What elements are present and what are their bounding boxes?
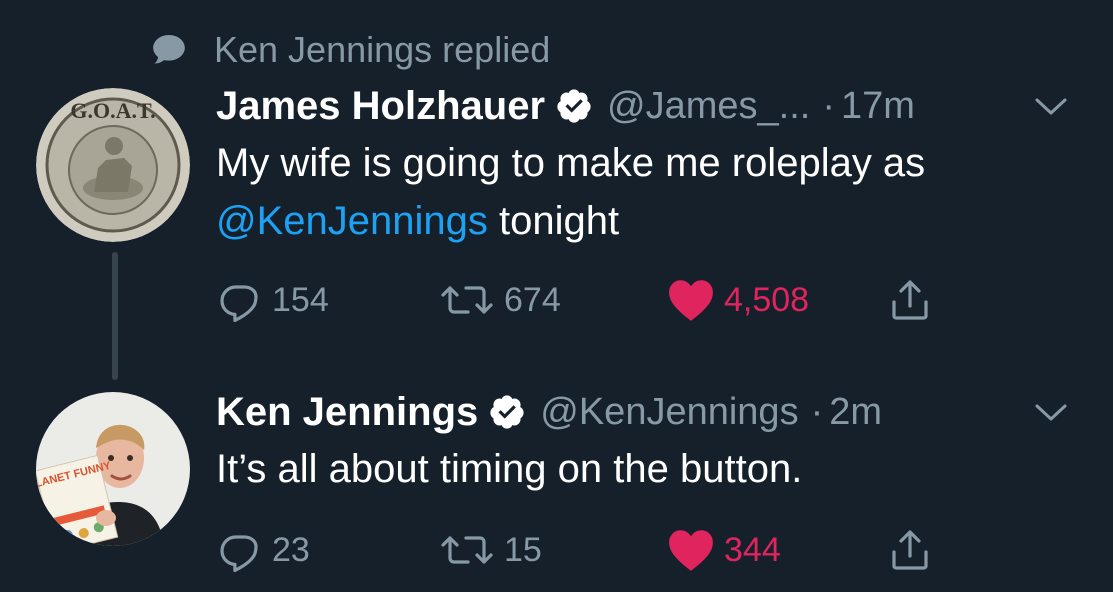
like-button[interactable]: 344 <box>666 524 781 576</box>
tweet-1-actions: 154 674 4,508 <box>216 274 976 326</box>
retweet-button[interactable]: 15 <box>438 524 542 576</box>
chevron-down-icon[interactable] <box>1034 96 1068 118</box>
share-button[interactable] <box>886 274 934 326</box>
tweet-text: My wife is going to make me roleplay as … <box>216 134 1086 250</box>
mention-link[interactable]: @KenJennings <box>216 199 488 243</box>
ken-jennings-photo: PLANET FUNNY <box>36 392 190 546</box>
display-name[interactable]: Ken Jennings <box>216 390 478 435</box>
separator-dot: · <box>822 84 835 127</box>
chevron-down-icon[interactable] <box>1034 402 1068 424</box>
reply-count: 23 <box>272 530 310 569</box>
retweet-count: 15 <box>504 530 542 569</box>
verified-badge-icon <box>557 89 591 123</box>
reply-icon <box>220 285 258 323</box>
reply-button[interactable]: 23 <box>216 524 310 576</box>
display-name[interactable]: James Holzhauer <box>216 84 545 129</box>
thread-connector <box>112 252 118 380</box>
tweet-text-line: My wife is going to make me roleplay as <box>216 141 926 185</box>
tweet-thread: Ken Jennings replied G.O.A.T. James Holz… <box>0 0 1113 592</box>
heart-filled-icon <box>669 280 713 321</box>
separator-dot: · <box>810 390 824 433</box>
avatar-ken-jennings[interactable]: PLANET FUNNY <box>36 392 190 546</box>
goat-badge-image: G.O.A.T. <box>36 88 190 242</box>
tweet-header: James Holzhauer @James_... · 17m <box>216 80 1086 132</box>
timestamp[interactable]: 2m <box>829 391 882 434</box>
heart-filled-icon <box>669 530 713 571</box>
retweet-button[interactable]: 674 <box>438 274 561 326</box>
avatar-james-holzhauer[interactable]: G.O.A.T. <box>36 88 190 242</box>
reply-context: Ken Jennings replied <box>150 28 550 72</box>
reply-icon <box>220 535 258 573</box>
like-count: 4,508 <box>724 280 810 319</box>
retweet-icon <box>441 286 493 314</box>
tweet-text-tail: tonight <box>487 199 620 243</box>
verified-badge-icon <box>490 395 524 429</box>
tweet-header: Ken Jennings @KenJennings · 2m <box>216 386 1086 438</box>
share-icon <box>892 530 928 570</box>
reply-context-label: Ken Jennings replied <box>214 29 551 70</box>
share-button[interactable] <box>886 524 934 576</box>
reply-button[interactable]: 154 <box>216 274 329 326</box>
speech-bubble-icon <box>153 34 185 64</box>
share-icon <box>892 280 928 320</box>
timestamp[interactable]: 17m <box>841 85 915 128</box>
tweet-2-actions: 23 15 344 <box>216 524 976 576</box>
tweet-2[interactable]: Ken Jennings @KenJennings · 2m It’s all … <box>216 386 1086 498</box>
retweet-icon <box>441 536 493 564</box>
tweet-1[interactable]: James Holzhauer @James_... · 17m My wife… <box>216 80 1086 250</box>
like-count: 344 <box>724 530 781 569</box>
retweet-count: 674 <box>504 280 561 319</box>
reply-count: 154 <box>272 280 329 319</box>
handle[interactable]: @James_... <box>607 85 810 128</box>
handle[interactable]: @KenJennings <box>540 391 798 434</box>
tweet-text: It’s all about timing on the button. <box>216 447 803 491</box>
avatar-badge-text: G.O.A.T. <box>70 98 155 123</box>
like-button[interactable]: 4,508 <box>666 274 809 326</box>
